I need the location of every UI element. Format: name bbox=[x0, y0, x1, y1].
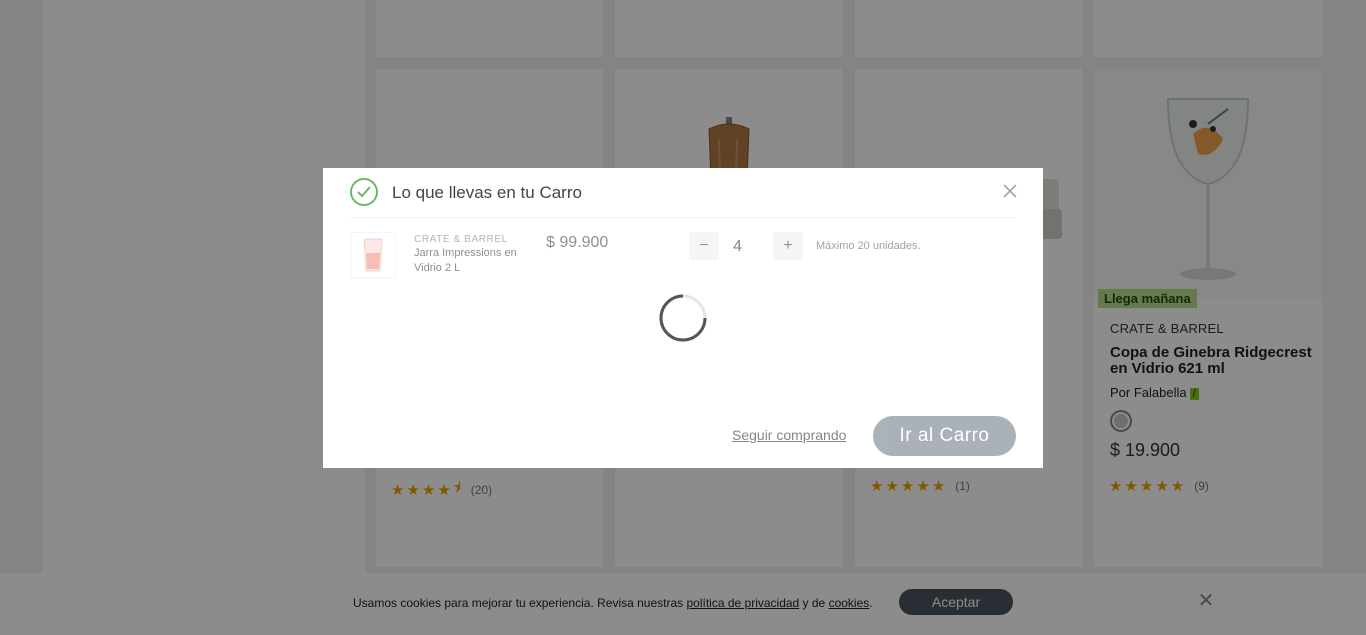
modal-header: Lo que llevas en tu Carro bbox=[350, 178, 1016, 218]
modal-title: Lo que llevas en tu Carro bbox=[392, 183, 582, 202]
check-circle-icon bbox=[350, 178, 378, 206]
item-name: Jarra Impressions en Vidrio 2 L bbox=[414, 247, 517, 274]
modal-footer: Seguir comprando Ir al Carro bbox=[323, 406, 1043, 468]
quantity-value: 4 bbox=[733, 238, 742, 255]
item-brand: CRATE & BARREL bbox=[414, 234, 508, 245]
item-thumbnail bbox=[350, 232, 396, 278]
decrease-quantity-button[interactable]: − bbox=[689, 232, 719, 260]
go-to-cart-button[interactable]: Ir al Carro bbox=[873, 416, 1016, 456]
keep-shopping-link[interactable]: Seguir comprando bbox=[732, 427, 846, 443]
item-price: $ 99.900 bbox=[546, 234, 609, 251]
cart-modal: Lo que llevas en tu Carro CRATE & BARREL… bbox=[323, 168, 1043, 468]
max-units-note: Máximo 20 unidades. bbox=[816, 240, 921, 252]
close-icon[interactable] bbox=[1003, 184, 1017, 198]
cart-item: CRATE & BARREL Jarra Impressions en Vidr… bbox=[350, 232, 1016, 282]
loading-spinner-icon bbox=[658, 293, 708, 343]
increase-quantity-button[interactable]: + bbox=[773, 232, 803, 260]
